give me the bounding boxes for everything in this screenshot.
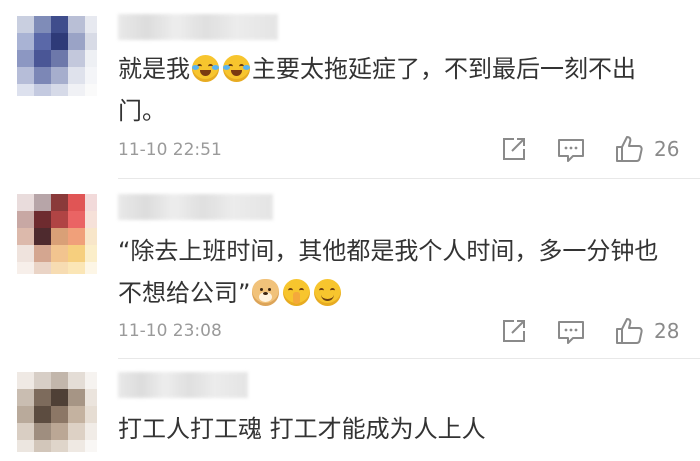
laughing-crying-emoji <box>192 55 219 82</box>
doge-emoji <box>252 279 280 306</box>
thumbs-up-icon <box>616 318 643 344</box>
divider <box>118 358 700 359</box>
share-icon <box>503 320 525 342</box>
like-count: 28 <box>654 319 680 343</box>
like-button[interactable]: 26 <box>614 134 679 164</box>
like-button[interactable]: 28 <box>614 316 679 346</box>
comment-item: 打工人打工魂 打工才能成为人上人 <box>0 360 700 461</box>
comment-feed: 就是我 主要太拖延症了，不到最后一刻不出门。 11-10 22:51 26 “除… <box>0 0 700 461</box>
comment-text: 打工人打工魂 打工才能成为人上人 <box>118 408 678 450</box>
share-button[interactable] <box>500 317 528 345</box>
comment-text-part: 打工人打工魂 打工才能成为人上人 <box>118 415 486 443</box>
timestamp: 11-10 22:51 <box>118 140 222 160</box>
share-icon <box>503 138 525 160</box>
grin-emoji <box>314 279 342 306</box>
avatar[interactable] <box>17 16 97 96</box>
share-button[interactable] <box>500 135 528 163</box>
laughing-crying-emoji <box>223 55 250 82</box>
reply-icon <box>558 139 584 162</box>
comment-item: 就是我 主要太拖延症了，不到最后一刻不出门。 11-10 22:51 26 <box>0 0 700 180</box>
username-blurred[interactable] <box>118 14 278 40</box>
reply-button[interactable] <box>556 318 586 346</box>
comment-text-part: “除去上班时间，其他都是我个人时间，多一分钟也不想给公司” <box>118 237 659 307</box>
comment-text: “除去上班时间，其他都是我个人时间，多一分钟也不想给公司” <box>118 230 678 314</box>
username-blurred[interactable] <box>118 194 273 220</box>
comment-text-part: 就是我 <box>118 55 190 83</box>
thumbs-up-icon <box>616 136 643 162</box>
timestamp: 11-10 23:08 <box>118 321 222 341</box>
reply-icon <box>558 321 584 344</box>
comment-text: 就是我 主要太拖延症了，不到最后一刻不出门。 <box>118 48 678 132</box>
avatar[interactable] <box>17 372 97 452</box>
divider <box>118 178 700 179</box>
reply-button[interactable] <box>556 136 586 164</box>
username-blurred[interactable] <box>118 372 248 398</box>
shush-emoji <box>283 279 311 306</box>
like-count: 26 <box>654 137 680 161</box>
avatar[interactable] <box>17 194 97 274</box>
comment-item: “除去上班时间，其他都是我个人时间，多一分钟也不想给公司” 11-10 23:0… <box>0 180 700 360</box>
